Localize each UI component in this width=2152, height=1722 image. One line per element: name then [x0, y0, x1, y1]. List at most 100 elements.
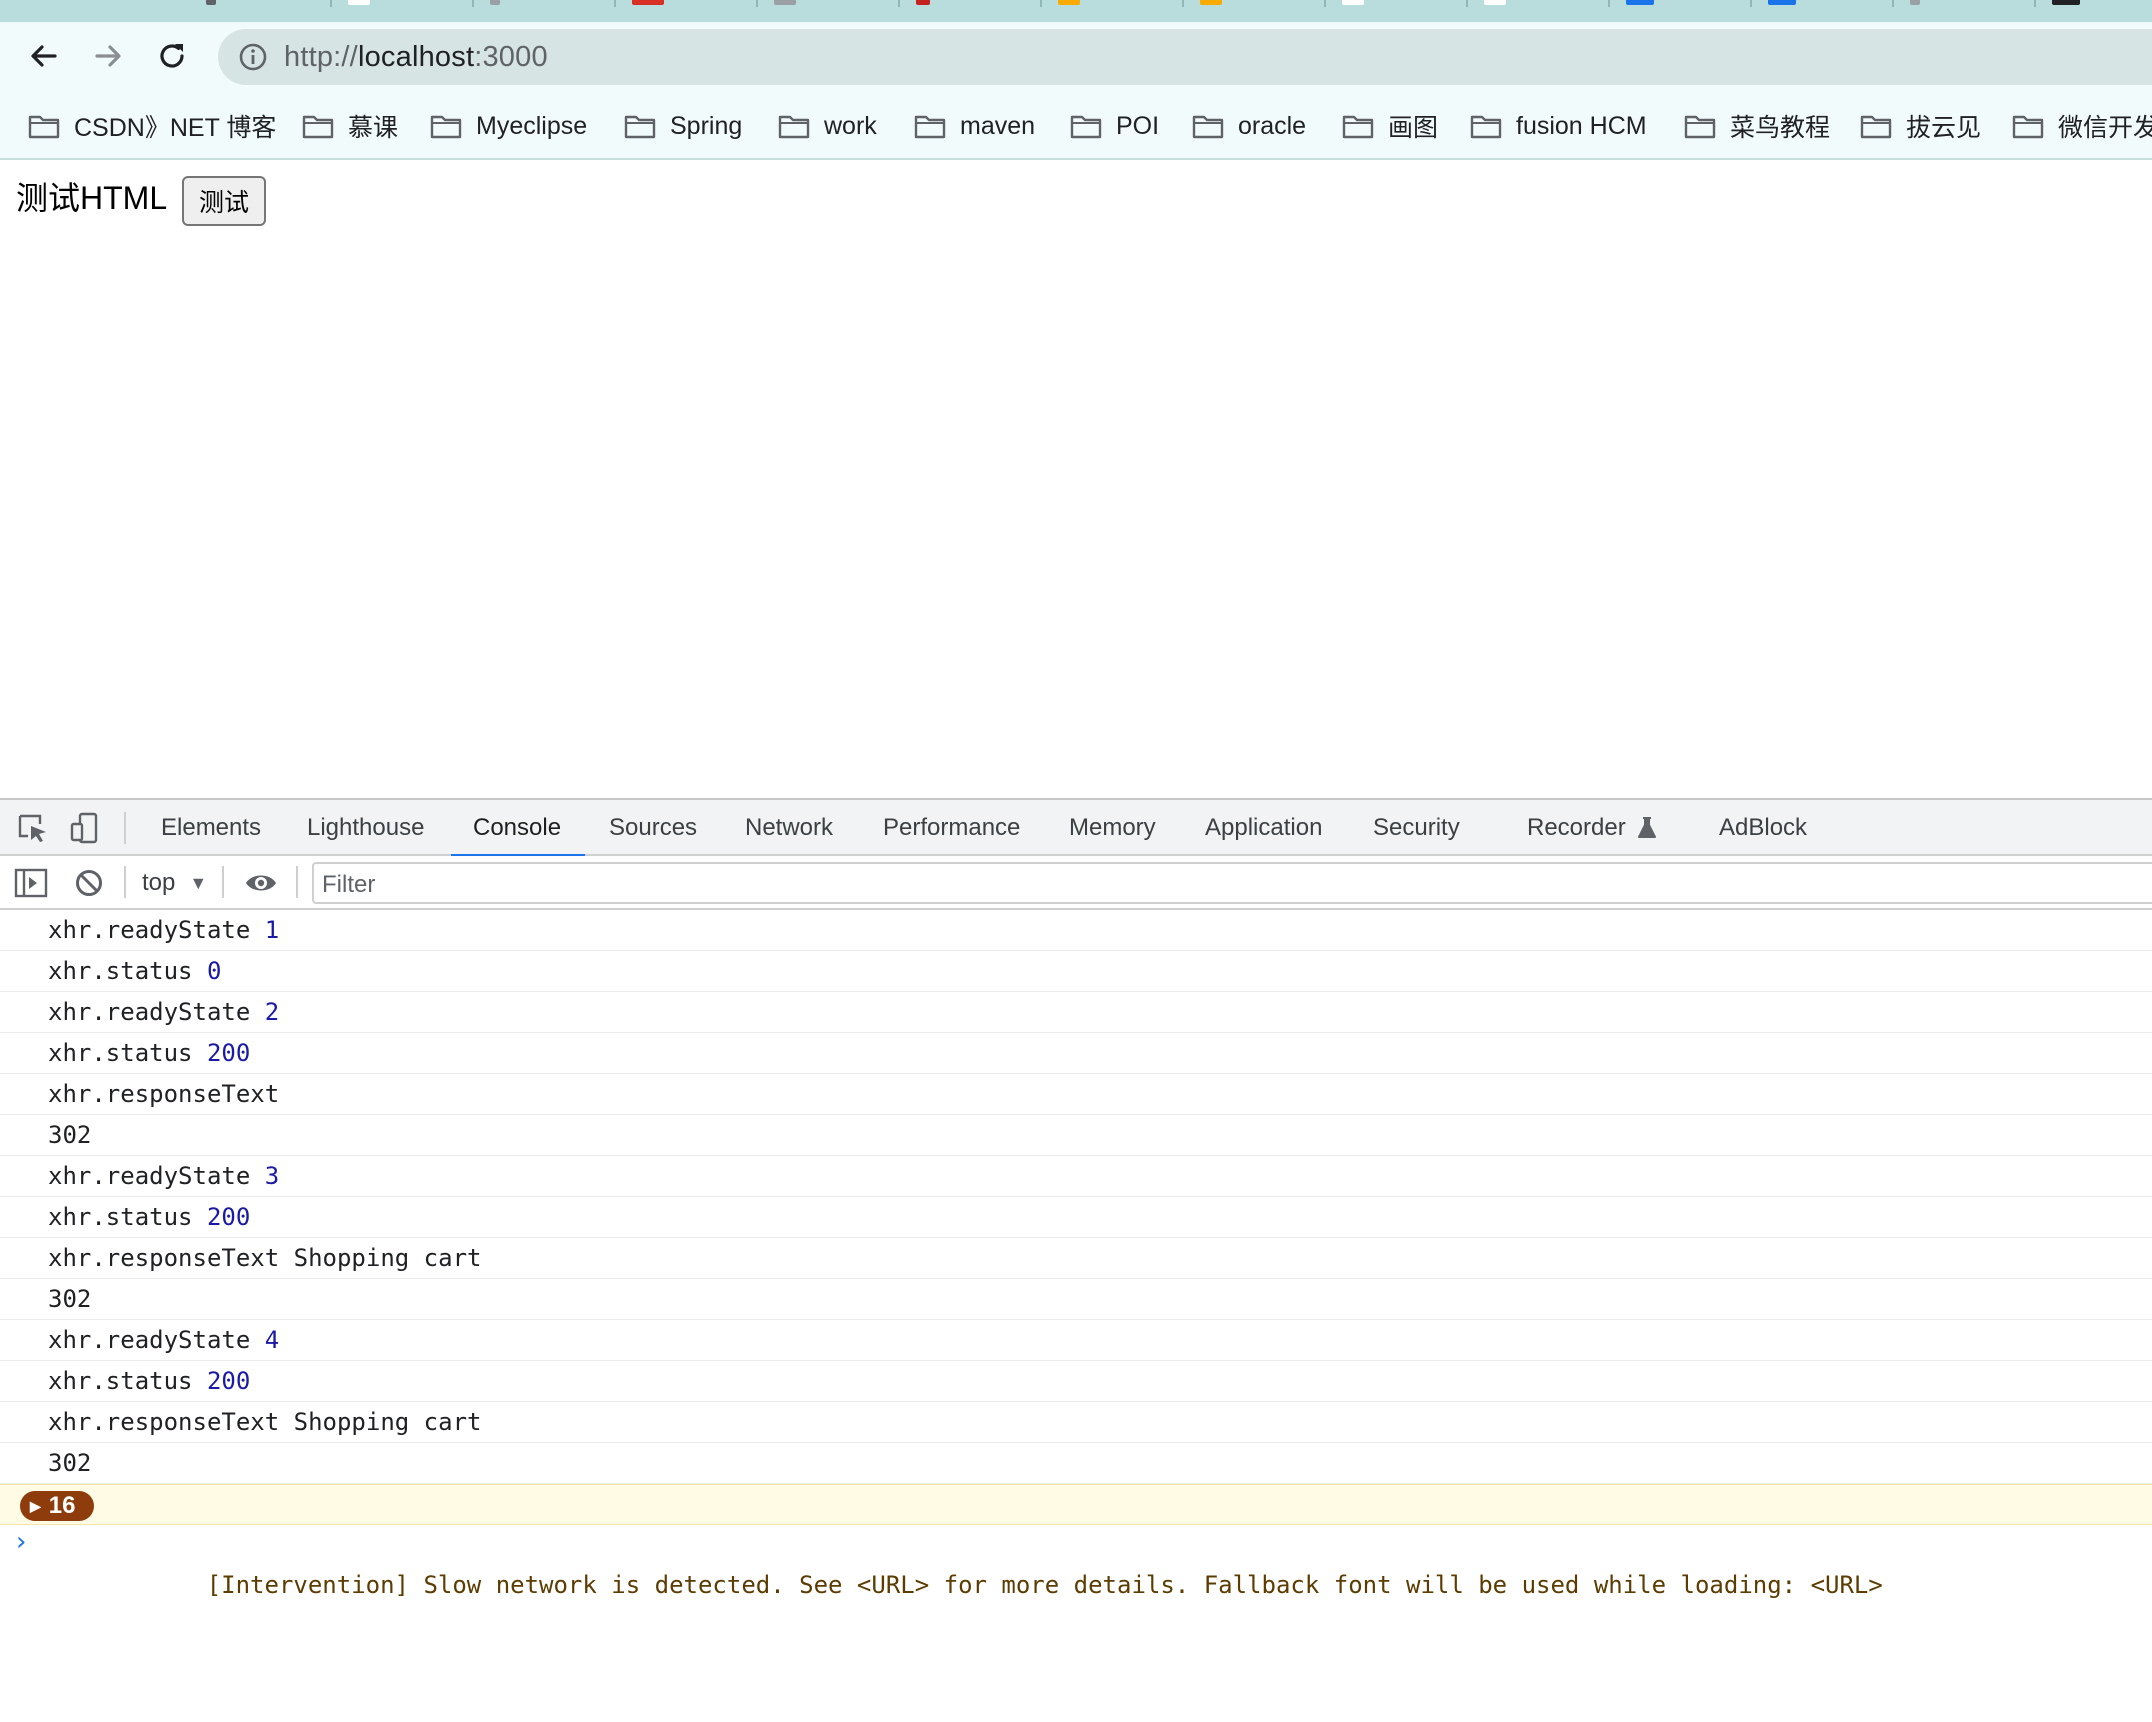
console-message-value: 2 [264, 998, 280, 1026]
browser-tab[interactable] [190, 0, 332, 7]
context-selector[interactable]: top ▼ [142, 866, 207, 900]
folder-icon [1860, 115, 1892, 139]
tab-network[interactable]: Network [745, 800, 833, 856]
context-label: top [142, 869, 176, 896]
tab-application[interactable]: Application [1205, 800, 1322, 856]
console-message-text: xhr.readyState [48, 1326, 265, 1354]
tab-performance[interactable]: Performance [883, 800, 1020, 856]
tab-recorder[interactable]: Recorder [1527, 800, 1658, 856]
browser-tab[interactable] [1184, 0, 1326, 7]
browser-tab[interactable] [474, 0, 616, 7]
bookmark-label: oracle [1238, 111, 1307, 140]
tab-console[interactable]: Console [450, 800, 586, 858]
bookmark-folder[interactable]: 画图 [1342, 106, 1438, 146]
browser-tab[interactable] [1326, 0, 1468, 7]
tab-favicon-icon [2052, 0, 2080, 5]
test-button[interactable]: 测试 [182, 176, 266, 226]
folder-icon [778, 115, 810, 139]
browser-tab[interactable] [1468, 0, 1610, 7]
forward-button[interactable] [84, 32, 132, 80]
inspect-element-icon[interactable] [16, 812, 50, 844]
folder-icon [2012, 115, 2044, 139]
console-message-text: xhr.status [48, 957, 207, 985]
url-text[interactable]: http://localhost:3000 [284, 41, 548, 73]
prompt-chevron-icon: › [16, 1527, 27, 1557]
folder-icon [1470, 115, 1502, 139]
bookmark-folder[interactable]: 拔云见 [1860, 106, 1981, 146]
tab-adblock[interactable]: AdBlock [1719, 800, 1807, 856]
tab-memory[interactable]: Memory [1069, 800, 1156, 856]
bookmark-folder[interactable]: 菜鸟教程 [1684, 106, 1830, 146]
sidebar-toggle-icon[interactable] [14, 868, 48, 898]
console-message-value: 200 [206, 1367, 251, 1395]
clear-console-icon[interactable] [74, 868, 104, 898]
bookmark-label: Spring [670, 111, 743, 140]
browser-tab[interactable] [1610, 0, 1752, 7]
bookmark-label: 画图 [1388, 114, 1439, 142]
eye-icon[interactable] [244, 870, 278, 896]
bookmark-folder[interactable]: work [778, 106, 877, 146]
console-message: xhr.status 200 [0, 1033, 2152, 1074]
url-scheme: http:// [284, 41, 358, 73]
browser-toolbar: http://localhost:3000 [0, 22, 2152, 92]
address-bar[interactable]: http://localhost:3000 [218, 29, 2152, 85]
folder-icon [1192, 115, 1224, 139]
folder-icon [1070, 115, 1102, 139]
bookmark-label: work [824, 111, 877, 140]
console-message: xhr.status 200 [0, 1361, 2152, 1402]
bookmark-folder[interactable]: Myeclipse [430, 106, 587, 146]
tab-favicon-icon [348, 0, 370, 5]
bookmark-folder[interactable]: 慕课 [302, 106, 398, 146]
folder-icon [302, 115, 334, 139]
bookmark-folder[interactable]: 微信开发 [2012, 106, 2152, 146]
back-button[interactable] [20, 32, 68, 80]
browser-tab[interactable] [758, 0, 900, 7]
reload-button[interactable] [148, 32, 196, 80]
tab-favicon-icon [1058, 0, 1080, 5]
tab-lighthouse[interactable]: Lighthouse [307, 800, 424, 856]
browser-tab[interactable] [1752, 0, 1894, 7]
bookmark-folder[interactable]: oracle [1192, 106, 1306, 146]
bookmark-label: 慕课 [348, 114, 399, 142]
browser-tab[interactable] [1042, 0, 1184, 7]
bookmark-folder[interactable]: fusion HCM [1470, 106, 1647, 146]
site-info-icon[interactable] [238, 42, 268, 72]
folder-icon [28, 115, 60, 139]
tab-recorder-label: Recorder [1527, 814, 1626, 841]
url-port: :3000 [474, 41, 548, 73]
console-message-text: xhr.readyState [48, 1162, 265, 1190]
console-message-value: 3 [264, 1162, 280, 1190]
bookmark-folder[interactable]: CSDN》NET 博客 [28, 106, 276, 146]
devtools-tab-bar: Elements Lighthouse Console Sources Netw… [0, 800, 2152, 858]
bookmark-label: Myeclipse [476, 111, 588, 140]
bookmark-label: 拔云见 [1906, 114, 1982, 142]
warning-count-badge[interactable]: ▶ 16 [20, 1491, 94, 1521]
tab-elements[interactable]: Elements [161, 800, 261, 856]
console-message-value: 200 [206, 1203, 251, 1231]
console-message: xhr.status 200 [0, 1197, 2152, 1238]
console-message: xhr.responseText Shopping cart [0, 1238, 2152, 1279]
console-message: xhr.readyState 3 [0, 1156, 2152, 1197]
console-prompt[interactable]: › [0, 1525, 2152, 1565]
console-message-value: 200 [206, 1039, 251, 1067]
browser-tab[interactable] [1894, 0, 2036, 7]
browser-tab[interactable] [900, 0, 1042, 7]
browser-tab[interactable] [2036, 0, 2152, 7]
console-message-text: 302 [48, 1285, 92, 1313]
console-filter-input[interactable]: Filter [312, 862, 2152, 904]
console-message: xhr.readyState 2 [0, 992, 2152, 1033]
folder-icon [430, 115, 462, 139]
browser-tab[interactable] [616, 0, 758, 7]
tab-security[interactable]: Security [1373, 800, 1460, 856]
console-message: 302 [0, 1443, 2152, 1484]
bookmark-folder[interactable]: maven [914, 106, 1035, 146]
console-message-text: xhr.responseText [48, 1080, 280, 1108]
browser-tab[interactable] [332, 0, 474, 7]
bookmark-folder[interactable]: POI [1070, 106, 1159, 146]
tab-favicon-icon [490, 0, 500, 5]
device-toolbar-icon[interactable] [68, 812, 102, 844]
bookmark-folder[interactable]: Spring [624, 106, 742, 146]
tab-favicon-icon [1768, 0, 1796, 5]
tab-sources[interactable]: Sources [609, 800, 697, 856]
arrow-right-icon [95, 45, 121, 67]
